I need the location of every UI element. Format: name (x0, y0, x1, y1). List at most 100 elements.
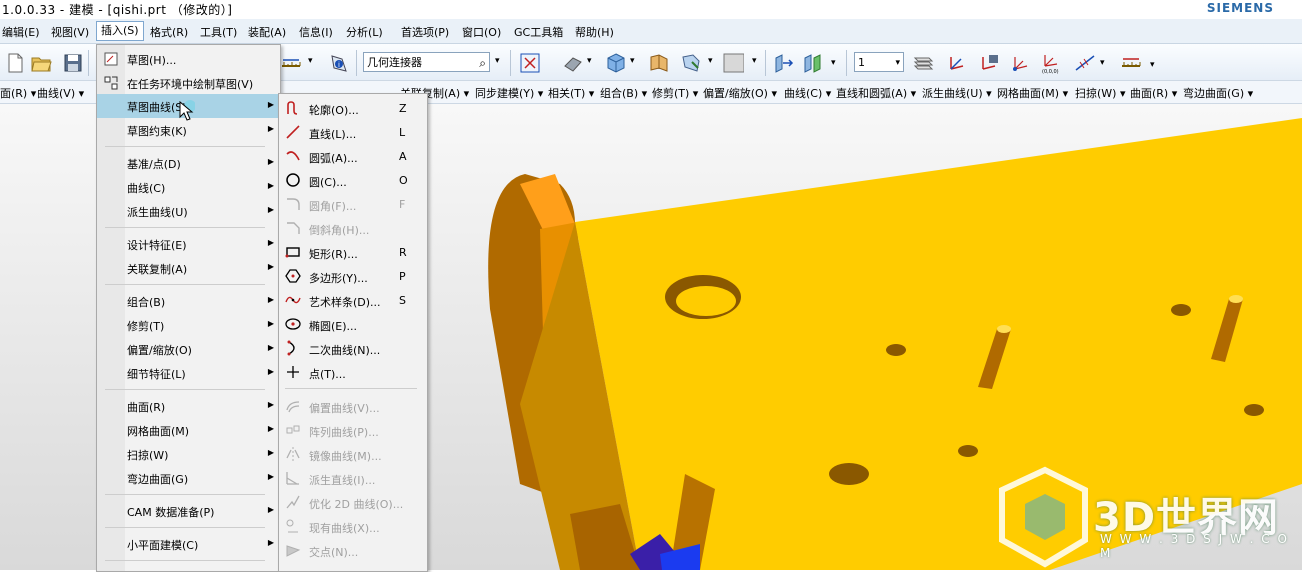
cmd-offset-scale[interactable]: 偏置/缩放(O) ▾ (703, 85, 777, 101)
cmd-sweep[interactable]: 扫掠(W) ▾ (1075, 85, 1125, 101)
insert-cam-data-prep[interactable]: CAM 数据准备(P) ▶ (97, 500, 280, 522)
menu-preferences[interactable]: 首选项(P) (401, 24, 449, 40)
chevron-down-icon[interactable]: ▾ (630, 56, 635, 66)
submenu-chamfer[interactable]: 倒斜角(H)... (279, 216, 427, 240)
wcs-origin-icon[interactable] (946, 52, 968, 74)
insert-facet-modeling[interactable]: 小平面建模(C) ▶ (97, 533, 280, 555)
cmd-trim[interactable]: 修剪(T) ▾ (652, 85, 698, 101)
open-folder-icon[interactable] (30, 52, 52, 74)
cmd-face[interactable]: 面(R) ▾ (0, 85, 36, 101)
work-layer-combo[interactable]: 1 ▾ (854, 52, 904, 72)
wcs-dynamic-icon[interactable] (1010, 52, 1032, 74)
submenu-offset-curve[interactable]: 偏置曲线(V)... (279, 394, 427, 418)
insert-datum-point[interactable]: 基准/点(D) ▶ (97, 152, 280, 174)
cmd-related[interactable]: 相关(T) ▾ (548, 85, 594, 101)
submenu-ellipse[interactable]: 椭圆(E)... (279, 312, 427, 336)
insert-flange-surface[interactable]: 弯边曲面(G) ▶ (97, 467, 280, 489)
chevron-down-icon[interactable]: ▾ (895, 53, 900, 73)
cmd-flange-surface[interactable]: 弯边曲面(G) ▾ (1183, 85, 1253, 101)
search-combo[interactable]: 几何连接器 ⌕ (363, 52, 490, 72)
cmd-surface[interactable]: 曲面(R) ▾ (1130, 85, 1177, 101)
cmd-curve[interactable]: 曲线(V) ▾ (37, 85, 84, 101)
cmd-curve2[interactable]: 曲线(C) ▾ (784, 85, 831, 101)
submenu-studio-spline[interactable]: 艺术样条(D)... S (279, 288, 427, 312)
menu-info[interactable]: 信息(I) (299, 24, 333, 40)
view-orientation-icon[interactable] (605, 52, 627, 74)
menu-assembly[interactable]: 装配(A) (248, 24, 286, 40)
insert-sketch[interactable]: 草图(H)... (97, 48, 280, 70)
menu-help[interactable]: 帮助(H) (575, 24, 614, 40)
insert-trim[interactable]: 修剪(T) ▶ (97, 314, 280, 336)
chevron-down-icon[interactable]: ▾ (752, 56, 757, 66)
insert-mesh-surface[interactable]: 网格曲面(M) ▶ (97, 419, 280, 441)
rectangle-icon (285, 247, 300, 258)
insert-sweep[interactable]: 扫掠(W) ▶ (97, 443, 280, 465)
insert-curve[interactable]: 曲线(C) ▶ (97, 176, 280, 198)
cmd-mesh-surface[interactable]: 网格曲面(M) ▾ (997, 85, 1068, 101)
menu-format[interactable]: 格式(R) (150, 24, 188, 40)
insert-sketch-in-task[interactable]: 在任务环境中绘制草图(V) (97, 72, 280, 94)
submenu-existing-curve[interactable]: 现有曲线(X)... (279, 514, 427, 538)
insert-assoc-copy[interactable]: 关联复制(A) ▶ (97, 257, 280, 279)
submenu-conic[interactable]: 二次曲线(N)... (279, 336, 427, 360)
chevron-down-icon[interactable]: ▾ (831, 58, 836, 68)
move-component-icon[interactable] (772, 52, 794, 74)
submenu-intersection[interactable]: 交点(N)... (279, 538, 427, 562)
chevron-down-icon[interactable]: ▾ (708, 56, 713, 66)
insert-detail-feature[interactable]: 细节特征(L) ▶ (97, 362, 280, 384)
wcs-origin-point-icon[interactable]: (0,0,0) (1040, 52, 1062, 74)
wcs-save-icon[interactable] (978, 52, 1000, 74)
submenu-arc[interactable]: 圆弧(A)... A (279, 144, 427, 168)
submenu-rectangle[interactable]: 矩形(R)... R (279, 240, 427, 264)
hole-large-inner (676, 286, 736, 316)
chevron-down-icon[interactable]: ▾ (587, 56, 592, 66)
submenu-profile[interactable]: 轮廓(O)... Z (279, 96, 427, 120)
menu-view[interactable]: 视图(V) (51, 24, 89, 40)
menu-gc-toolbox[interactable]: GC工具箱 (514, 24, 563, 40)
submenu-optimize-2d[interactable]: 优化 2D 曲线(O)... (279, 490, 427, 514)
menu-window[interactable]: 窗口(O) (462, 24, 501, 40)
background-color-icon[interactable] (722, 52, 744, 74)
fit-view-icon[interactable] (519, 52, 541, 74)
insert-derived-curve[interactable]: 派生曲线(U) ▶ (97, 200, 280, 222)
cmd-line-arc[interactable]: 直线和圆弧(A) ▾ (836, 85, 916, 101)
datum-axis-icon[interactable] (1074, 52, 1096, 74)
section-view-icon[interactable] (648, 52, 670, 74)
chevron-down-icon[interactable]: ▾ (1100, 58, 1105, 68)
menu-edit[interactable]: 编辑(E) (2, 24, 40, 40)
menu-insert[interactable]: 插入(S) (96, 21, 144, 41)
menu-analysis[interactable]: 分析(L) (346, 24, 383, 40)
submenu-pattern-curve[interactable]: 阵列曲线(P)... (279, 418, 427, 442)
cmd-sync-modeling[interactable]: 同步建模(Y) ▾ (475, 85, 543, 101)
submenu-mirror-curve[interactable]: 镜像曲线(M)... (279, 442, 427, 466)
insert-design-feature[interactable]: 设计特征(E) ▶ (97, 233, 280, 255)
menu-tools[interactable]: 工具(T) (200, 24, 237, 40)
assembly-constraint-icon[interactable] (802, 52, 824, 74)
submenu-fillet[interactable]: 圆角(F)... F (279, 192, 427, 216)
submenu-circle[interactable]: 圆(C)... O (279, 168, 427, 192)
save-icon[interactable] (62, 52, 84, 74)
render-style-icon[interactable] (562, 52, 584, 74)
insert-combine[interactable]: 组合(B) ▶ (97, 290, 280, 312)
info-icon[interactable]: i (328, 52, 350, 74)
chevron-down-icon[interactable]: ▾ (308, 56, 313, 66)
new-file-icon[interactable] (4, 52, 26, 74)
measure-distance-icon[interactable] (280, 52, 302, 74)
chevron-down-icon[interactable]: ▾ (495, 56, 500, 66)
measure-icon[interactable] (1120, 52, 1142, 74)
submenu-line[interactable]: 直线(L)... L (279, 120, 427, 144)
search-icon[interactable]: ⌕ (479, 53, 486, 73)
menu-item-label: 小平面建模(C) (127, 539, 199, 552)
submenu-polygon[interactable]: 多边形(Y)... P (279, 264, 427, 288)
insert-sketch-constraint[interactable]: 草图约束(K) ▶ (97, 119, 280, 141)
chevron-down-icon[interactable]: ▾ (1150, 60, 1155, 70)
edit-section-icon[interactable] (680, 52, 702, 74)
cmd-derived-curve[interactable]: 派生曲线(U) ▾ (922, 85, 992, 101)
submenu-point[interactable]: 点(T)... (279, 360, 427, 384)
insert-offset-scale[interactable]: 偏置/缩放(O) ▶ (97, 338, 280, 360)
submenu-arrow-icon: ▶ (267, 505, 274, 514)
insert-surface[interactable]: 曲面(R) ▶ (97, 395, 280, 417)
cmd-combine[interactable]: 组合(B) ▾ (600, 85, 647, 101)
layer-settings-icon[interactable] (912, 52, 934, 74)
submenu-derived-line[interactable]: 派生直线(I)... (279, 466, 427, 490)
